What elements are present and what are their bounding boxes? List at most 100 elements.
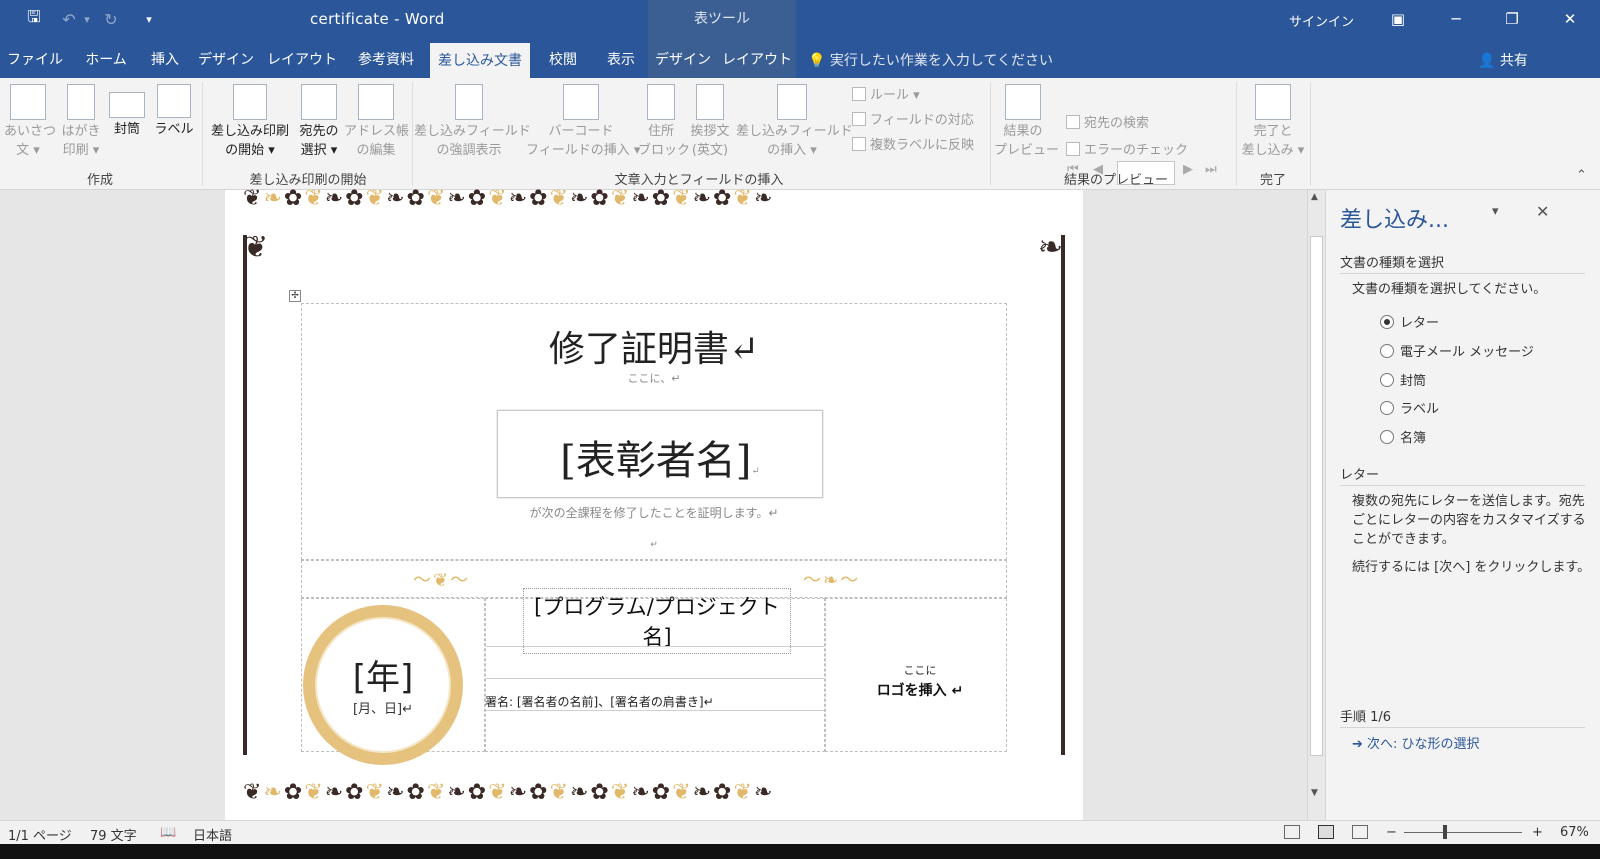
finish-merge-button[interactable]: 完了と 差し込み ▾ [1240,84,1306,160]
match-fields-button[interactable]: フィールドの対応 [852,109,974,128]
next-step-link[interactable]: ➔ 次へ: ひな形の選択 [1352,735,1592,754]
certificate-title[interactable]: 修了証明書↵ [225,320,1083,372]
edit-recipient-list-button[interactable]: アドレス帳 の編集 [344,84,409,160]
recipients-icon [301,84,337,120]
read-mode-icon[interactable] [1284,825,1300,839]
right-frame-line [1061,235,1065,755]
web-layout-icon[interactable] [1352,825,1368,839]
tab-home[interactable]: ホーム [78,38,134,78]
table-move-handle-icon[interactable]: ✢ [289,290,301,302]
zoom-in-button[interactable]: + [1532,825,1543,840]
document-page[interactable]: ❦❧✿❦❧✿❦❧✿❦❧✿❦❧✿❦❧✿❦❧✿❦❧✿❦❧ ❦ ❧ ❦❧✿❦❧✿❦❧✿… [225,186,1083,820]
month-day-placeholder[interactable]: [月、日]↵ [315,698,451,717]
tell-me-search[interactable]: 💡 実行したい作業を入力してください [808,50,1053,70]
zoom-percentage[interactable]: 67% [1560,825,1589,840]
greeting-line-icon [696,84,724,120]
program-name-placeholder[interactable]: [プログラム/プロジェクト名] [523,588,791,654]
paragraph-mark: ↵ [650,540,658,550]
collapse-ribbon-icon[interactable]: ⌃ [1576,168,1587,183]
update-labels-button[interactable]: 複数ラベルに反映 [852,134,974,153]
start-mail-merge-button[interactable]: 差し込み印刷 の開始 ▾ [206,84,294,160]
share-button[interactable]: 👤 共有 [1478,50,1528,70]
continue-instruction: 続行するには [次へ] をクリックします。 [1352,560,1591,575]
undo-icon[interactable]: ↶ [58,0,80,38]
group-divider [1310,82,1311,186]
vertical-scrollbar[interactable]: ▲ ▼ [1307,190,1325,820]
radio-directory[interactable]: 名簿 [1380,427,1426,446]
group-divider [990,82,991,186]
maximize-icon[interactable]: ❐ [1490,0,1534,38]
select-recipients-button[interactable]: 宛先の 選択 ▾ [296,84,342,160]
tab-references[interactable]: 参考資料 [346,38,426,78]
radio-letter[interactable]: レター [1380,312,1439,331]
recipient-name-placeholder[interactable]: [表彰者名]↵ [497,428,823,486]
minimize-icon[interactable]: ─ [1434,0,1478,38]
status-bar: 1/1 ページ 79 文字 📖 日本語 − + 67% [0,820,1600,844]
page-count[interactable]: 1/1 ページ [8,825,72,844]
tab-table-design[interactable]: デザイン [648,38,718,78]
proofing-icon[interactable]: 📖 [160,825,176,840]
zoom-slider-track[interactable] [1404,832,1522,833]
labels-button[interactable]: ラベル [152,84,196,139]
close-icon[interactable]: ✕ [1548,0,1592,38]
radio-envelope[interactable]: 封筒 [1380,370,1426,389]
highlight-merge-fields-button[interactable]: 差し込みフィールド の強調表示 [414,84,531,160]
radio-email[interactable]: 電子メール メッセージ [1380,341,1534,360]
tab-review[interactable]: 校閲 [538,38,588,78]
group-divider [412,82,413,186]
rules-button[interactable]: ルール ▾ [852,84,920,103]
zoom-slider-thumb[interactable] [1443,825,1447,839]
address-block-button[interactable]: 住所 ブロック [638,84,690,160]
tab-layout[interactable]: レイアウト [266,38,338,78]
greeting-card-icon [10,84,46,120]
envelope-button[interactable]: 封筒 [106,84,148,139]
tab-file[interactable]: ファイル [4,38,66,78]
tab-table-layout[interactable]: レイアウト [718,38,796,78]
scroll-up-icon[interactable]: ▲ [1311,192,1318,202]
check-errors-icon [1066,141,1080,156]
pane-close-icon[interactable]: ✕ [1536,202,1549,221]
insert-merge-field-button[interactable]: 差し込みフィールド の挿入 ▾ [736,84,853,160]
scrollbar-thumb[interactable] [1310,236,1323,756]
left-gold-flourish: ～❦～ [413,570,471,591]
tab-view[interactable]: 表示 [596,38,646,78]
greetings-button[interactable]: あいさつ文 ▾ [4,84,56,160]
insert-logo-text[interactable]: ロゴを挿入 ↵ [825,680,1015,700]
signer-placeholder[interactable]: 署名: [署名者の名前]、[署名者の肩書き]↵ [485,693,714,710]
save-icon[interactable]: 🖫 [20,0,48,38]
address-block-icon [647,84,675,120]
ribbon-display-options-icon[interactable]: ▣ [1376,0,1420,38]
undo-dropdown-icon[interactable]: ▾ [80,0,94,38]
scroll-down-icon[interactable]: ▼ [1311,788,1318,798]
radio-icon [1380,372,1394,387]
tab-insert[interactable]: 挿入 [144,38,186,78]
check-errors-button[interactable]: エラーのチェック [1066,139,1188,158]
insert-barcode-field-button[interactable]: バーコード フィールドの挿入 ▾ [526,84,640,160]
customize-qat-icon[interactable]: ▾ [140,0,158,38]
match-fields-icon [852,111,866,126]
logo-here-text[interactable]: ここに [825,662,1015,678]
word-count[interactable]: 79 文字 [90,825,137,844]
preview-results-button[interactable]: 結果の プレビュー [994,84,1059,160]
language-indicator[interactable]: 日本語 [193,825,232,844]
certification-statement[interactable]: が次の全課程を修了したことを証明します。↵ [225,504,1083,521]
table-tools-context-label: 表ツール [648,0,796,38]
pane-options-dropdown-icon[interactable]: ▾ [1492,204,1499,219]
find-recipient-button[interactable]: 宛先の検索 [1066,112,1149,131]
year-placeholder[interactable]: [年] [315,650,451,699]
preview-abc-icon [1005,84,1041,120]
here-text[interactable]: ここに、↵ [225,370,1083,386]
greeting-line-button[interactable]: 挨拶文 (英文) [686,84,734,160]
signin-link[interactable]: サインイン [1289,11,1354,30]
tab-mailings[interactable]: 差し込み文書 [430,43,530,78]
postcard-print-button[interactable]: はがき 印刷 ▾ [56,84,106,160]
step-indicator: 手順 1/6 [1340,706,1585,728]
radio-labels[interactable]: ラベル [1380,398,1439,417]
zoom-out-button[interactable]: − [1386,825,1397,840]
redo-icon[interactable]: ↻ [100,0,122,38]
barcode-icon [563,84,599,120]
top-left-corner-ornament: ❦ [243,230,271,265]
print-layout-icon[interactable] [1318,825,1334,839]
letter-description: 複数の宛先にレターを送信します。宛先ごとにレターの内容をカスタマイズすることがで… [1352,494,1586,547]
tab-design[interactable]: デザイン [196,38,256,78]
